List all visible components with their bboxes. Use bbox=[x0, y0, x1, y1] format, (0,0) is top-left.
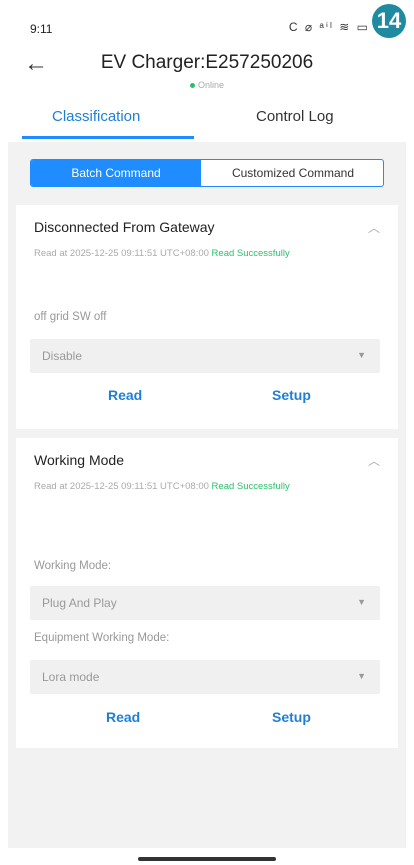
status-bar: 9:11 C ⌀ ᵃⁱˡ ≋ ▭ 14 bbox=[0, 0, 414, 44]
tab-classification[interactable]: Classification bbox=[52, 108, 140, 125]
select-value: Plug And Play bbox=[42, 596, 117, 610]
dropdown-arrow-icon: ▼ bbox=[357, 350, 366, 360]
field-label: Equipment Working Mode: bbox=[34, 632, 170, 644]
card-title: Disconnected From Gateway bbox=[34, 219, 215, 235]
status-time: 9:11 bbox=[30, 22, 53, 36]
working-mode-select[interactable]: Plug And Play ▼ bbox=[30, 586, 380, 620]
online-dot-icon bbox=[189, 83, 195, 89]
field-label: off grid SW off bbox=[34, 311, 107, 323]
dropdown-arrow-icon: ▼ bbox=[357, 671, 366, 681]
page-title: EV Charger:E257250206 bbox=[100, 52, 314, 73]
read-status: Read Successfully bbox=[211, 481, 290, 492]
card-disconnected-from-gateway: Disconnected From Gateway ︿ Read at 2025… bbox=[16, 205, 398, 429]
home-indicator[interactable] bbox=[138, 857, 276, 861]
read-info: Read at 2025-12-25 09:11:51 UTC+08:00 Re… bbox=[34, 243, 334, 265]
read-timestamp: Read at 2025-12-25 09:11:51 UTC+08:00 bbox=[34, 481, 209, 492]
field-label: Working Mode: bbox=[34, 560, 112, 572]
command-type-switch: Batch Command Customized Command bbox=[30, 159, 384, 187]
read-button[interactable]: Read bbox=[106, 709, 140, 725]
chevron-up-icon[interactable]: ︿ bbox=[368, 219, 380, 236]
read-info: Read at 2025-12-25 09:11:51 UTC+08:00 Re… bbox=[34, 476, 334, 498]
read-timestamp: Read at 2025-12-25 09:11:51 UTC+08:00 bbox=[34, 248, 209, 259]
tab-active-indicator bbox=[22, 136, 194, 139]
off-grid-sw-select[interactable]: Disable ▼ bbox=[30, 339, 380, 373]
read-button[interactable]: Read bbox=[108, 387, 142, 403]
header: ← EV Charger:E257250206 Online bbox=[0, 44, 414, 96]
notification-badge: 14 bbox=[372, 4, 406, 38]
read-status: Read Successfully bbox=[211, 248, 290, 259]
batch-command-button[interactable]: Batch Command bbox=[31, 160, 201, 186]
tab-bar: Classification Control Log bbox=[0, 100, 414, 140]
content-area: Batch Command Customized Command Disconn… bbox=[8, 142, 406, 848]
card-working-mode: Working Mode ︿ Read at 2025-12-25 09:11:… bbox=[16, 438, 398, 748]
select-value: Disable bbox=[42, 349, 83, 363]
online-status: Online bbox=[0, 80, 414, 90]
tab-control-log[interactable]: Control Log bbox=[256, 108, 334, 125]
dropdown-arrow-icon: ▼ bbox=[357, 597, 366, 607]
setup-button[interactable]: Setup bbox=[272, 709, 311, 725]
status-icons: C ⌀ ᵃⁱˡ ≋ ▭ bbox=[288, 20, 370, 34]
chevron-up-icon[interactable]: ︿ bbox=[368, 452, 380, 469]
select-value: Lora mode bbox=[42, 670, 100, 684]
online-status-label: Online bbox=[197, 80, 224, 90]
card-title: Working Mode bbox=[34, 452, 125, 468]
setup-button[interactable]: Setup bbox=[272, 387, 311, 403]
equipment-working-mode-select[interactable]: Lora mode ▼ bbox=[30, 660, 380, 694]
customized-command-button[interactable]: Customized Command bbox=[201, 160, 383, 186]
